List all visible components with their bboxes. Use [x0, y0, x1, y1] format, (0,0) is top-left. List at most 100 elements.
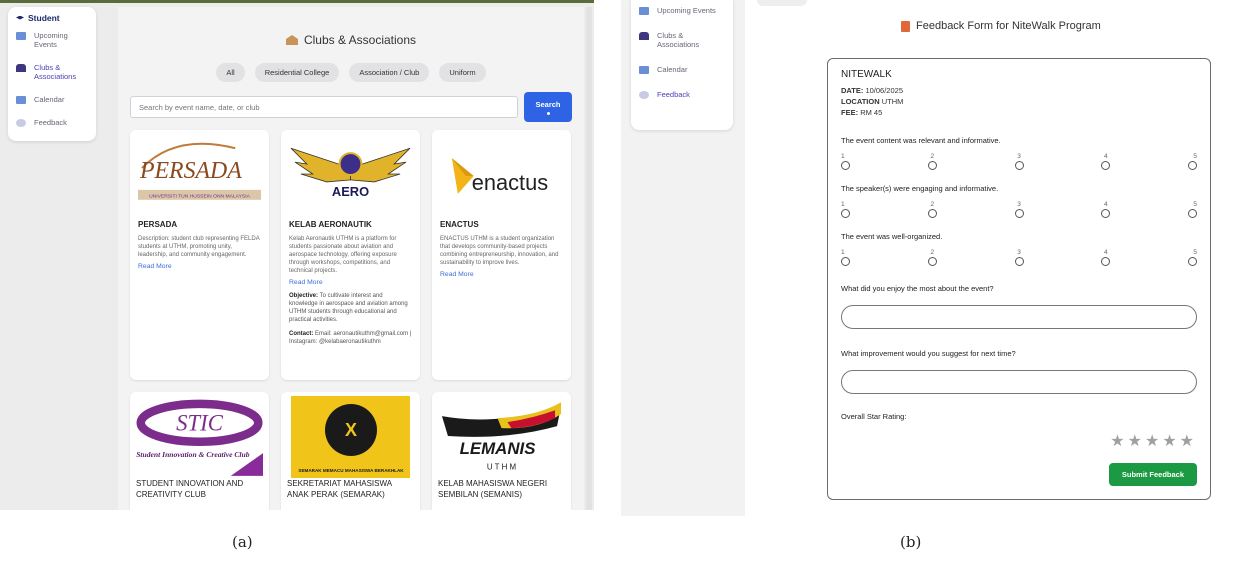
top-tab	[757, 0, 807, 6]
club-description: Kelab Aeronautik UTHM is a platform for …	[289, 236, 397, 274]
sidebar-item-feedback[interactable]: Feedback	[639, 90, 725, 99]
calendar-icon	[639, 66, 649, 74]
rating-option[interactable]: 4	[1101, 153, 1111, 170]
building-icon	[285, 35, 298, 45]
clubs-main-content: Clubs & Associations All Residential Col…	[118, 7, 584, 510]
filter-chip-association-club[interactable]: Association / Club	[349, 63, 430, 82]
club-card-stic[interactable]: STIC Student Innovation & Creative Club …	[130, 392, 269, 510]
read-more-link[interactable]: Read More	[440, 271, 563, 278]
semarak-logo: X SEMARAK MEMACU MAHASISWA BERAKHLAK	[291, 396, 410, 478]
sidebar-item-upcoming-events[interactable]: Upcoming Events	[16, 31, 88, 49]
rating-scale-relevance: 1 2 3 4 5	[841, 153, 1197, 170]
rating-option[interactable]: 1	[841, 249, 850, 266]
club-card-semarak[interactable]: X SEMARAK MEMACU MAHASISWA BERAKHLAK SEK…	[281, 392, 420, 510]
rating-scale-organization: 1 2 3 4 5	[841, 249, 1197, 266]
rating-option[interactable]: 3	[1014, 201, 1024, 218]
radio-button[interactable]	[841, 209, 850, 218]
club-card-semanis[interactable]: LEMANIS U T H M KELAB MAHASISWA NEGERI S…	[432, 392, 571, 510]
sidebar-item-clubs[interactable]: Clubs & Associations	[16, 63, 88, 81]
radio-button[interactable]	[1014, 209, 1024, 218]
rating-option[interactable]: 3	[1014, 153, 1024, 170]
aero-logo: AERO	[287, 136, 414, 210]
group-icon	[16, 64, 26, 72]
rating-option[interactable]: 5	[1188, 153, 1197, 170]
calendar-icon	[639, 7, 649, 15]
read-more-link[interactable]: Read More	[138, 263, 261, 270]
filter-chip-uniform[interactable]: Uniform	[439, 63, 486, 82]
rating-option[interactable]: 1	[841, 201, 850, 218]
rating-option[interactable]: 4	[1101, 249, 1111, 266]
panel-a-clubs-page: Student Upcoming Events Clubs & Associat…	[0, 0, 594, 510]
improvement-input[interactable]	[841, 370, 1197, 394]
rating-option[interactable]: 2	[927, 249, 937, 266]
search-input[interactable]	[130, 96, 518, 118]
sidebar-item-feedback[interactable]: Feedback	[16, 118, 88, 127]
scrollbar[interactable]	[586, 7, 592, 510]
club-name: STUDENT INNOVATION AND CREATIVITY CLUB	[136, 479, 244, 499]
question-improvement: What improvement would you suggest for n…	[841, 349, 1016, 358]
rating-option[interactable]: 2	[927, 201, 937, 218]
sidebar-item-calendar[interactable]: Calendar	[639, 65, 725, 74]
radio-button[interactable]	[1014, 257, 1024, 266]
radio-button[interactable]	[841, 161, 850, 170]
semanis-logo-text: LEMANIS	[460, 439, 537, 458]
club-card-aeronautik[interactable]: AERO KELAB AERONAUTIK Kelab Aeronautik U…	[281, 130, 420, 380]
stic-logo-sub: Student Innovation & Creative Club	[136, 450, 249, 459]
enactus-logo-text: enactus	[472, 170, 548, 195]
radio-button[interactable]	[927, 257, 937, 266]
sidebar-item-clubs[interactable]: Clubs & Associations	[639, 31, 725, 49]
radio-button[interactable]	[1101, 257, 1111, 266]
club-card-enactus[interactable]: enactus ENACTUS ENACTUS UTHM is a studen…	[432, 130, 571, 380]
club-name: KELAB AERONAUTIK	[289, 220, 372, 229]
persada-logo-text: PERSADA	[139, 158, 242, 184]
sidebar-item-calendar[interactable]: Calendar	[16, 95, 88, 104]
feedback-form: NITEWALK DATE: 10/06/2025 LOCATION UTHM …	[827, 58, 1211, 500]
persada-logo: PERSADA UNIVERSITI TUN HUSSEIN ONN MALAY…	[136, 136, 263, 210]
star-rating-input[interactable]: ★★★★★	[841, 431, 1197, 451]
radio-button[interactable]	[1101, 161, 1111, 170]
filter-chip-all[interactable]: All	[216, 63, 245, 82]
persada-logo-tagline: UNIVERSITI TUN HUSSEIN ONN MALAYSIA	[149, 193, 251, 199]
rating-option[interactable]: 4	[1101, 201, 1111, 218]
question-organization: The event was well-organized.	[841, 232, 943, 241]
club-name: KELAB MAHASISWA NEGERI SEMBILAN (SEMANIS…	[438, 479, 548, 499]
submit-feedback-button[interactable]: Submit Feedback	[1108, 463, 1197, 486]
semanis-logo: LEMANIS U T H M	[438, 396, 565, 478]
read-more-link[interactable]: Read More	[289, 279, 412, 286]
filter-chips: All Residential College Association / Cl…	[130, 63, 572, 82]
radio-button[interactable]	[1188, 257, 1197, 266]
radio-button[interactable]	[1101, 209, 1111, 218]
club-description: ENACTUS UTHM is a student organization t…	[440, 236, 559, 266]
radio-button[interactable]	[927, 209, 937, 218]
club-card-persada[interactable]: PERSADA UNIVERSITI TUN HUSSEIN ONN MALAY…	[130, 130, 269, 380]
radio-button[interactable]	[1014, 161, 1024, 170]
panel-b-feedback-page: Upcoming Events Clubs & Associations Cal…	[621, 0, 1251, 516]
stic-logo: STIC Student Innovation & Creative Club	[136, 396, 263, 478]
calendar-icon	[16, 96, 26, 104]
event-date: DATE: 10/06/2025	[841, 86, 903, 95]
rating-scale-speakers: 1 2 3 4 5	[841, 201, 1197, 218]
sidebar-item-upcoming-events[interactable]: Upcoming Events	[639, 6, 725, 15]
group-icon	[639, 32, 649, 40]
role-label: Student	[16, 13, 88, 23]
enactus-logo: enactus	[438, 136, 565, 210]
rating-option[interactable]: 3	[1014, 249, 1024, 266]
event-fee: FEE: RM 45	[841, 108, 883, 117]
rating-option[interactable]: 2	[927, 153, 937, 170]
filter-chip-residential-college[interactable]: Residential College	[254, 63, 340, 82]
form-icon	[901, 20, 910, 32]
caption-b: (b)	[900, 533, 922, 551]
calendar-icon	[16, 32, 26, 40]
search-button[interactable]: Search	[524, 92, 572, 122]
club-objective: Objective: To cultivate interest and kno…	[289, 293, 408, 323]
form-title: Feedback Form for NiteWalk Program	[901, 20, 1101, 32]
rating-option[interactable]: 5	[1188, 249, 1197, 266]
rating-option[interactable]: 1	[841, 153, 850, 170]
radio-button[interactable]	[1188, 161, 1197, 170]
radio-button[interactable]	[841, 257, 850, 266]
rating-option[interactable]: 5	[1188, 201, 1197, 218]
radio-button[interactable]	[927, 161, 937, 170]
event-location: LOCATION UTHM	[841, 97, 904, 106]
enjoy-most-input[interactable]	[841, 305, 1197, 329]
radio-button[interactable]	[1188, 209, 1197, 218]
